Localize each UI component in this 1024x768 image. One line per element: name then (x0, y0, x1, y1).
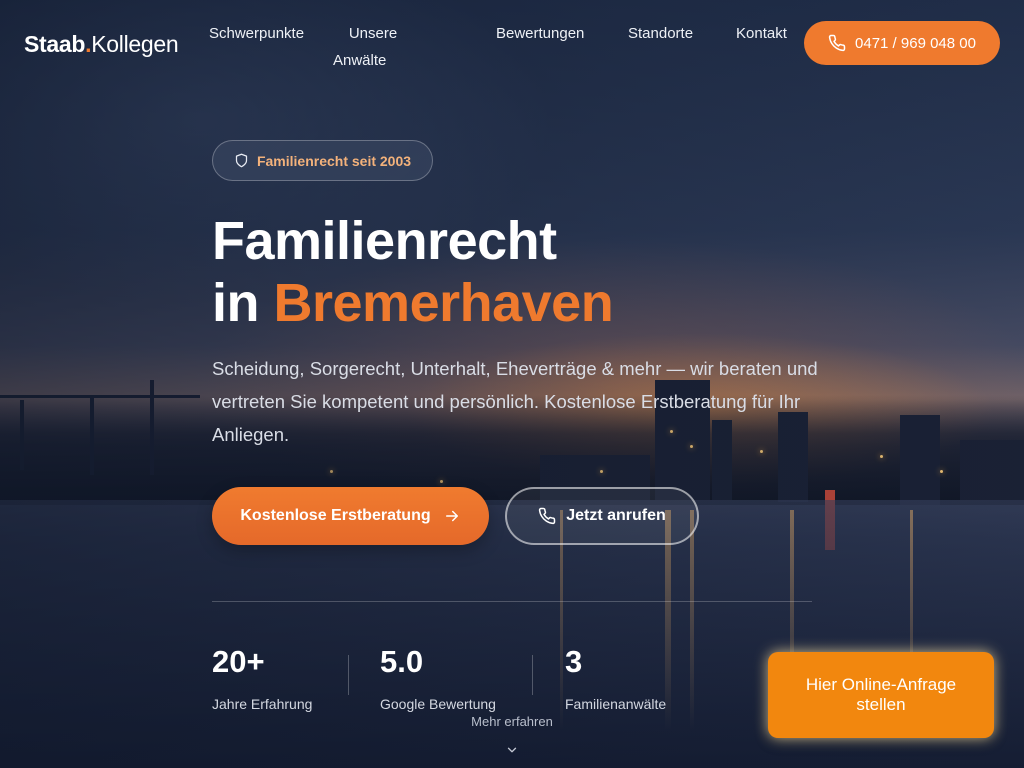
hero-title-accent: Bremerhaven (273, 273, 614, 333)
hero-badge-label: Familienrecht seit 2003 (256, 152, 412, 169)
nav-unsere-anwaelte[interactable]: Unsere Anwälte (333, 20, 413, 74)
stat-lawyers: 3 Familienanwälte (565, 644, 666, 712)
stat-value: 3 (565, 644, 583, 679)
stat-google-rating: 5.0 Google Bewertung (380, 644, 496, 712)
free-consultation-label: Kostenlose Erstberatung (240, 507, 431, 524)
call-now-label: Jetzt anrufen (566, 507, 666, 524)
stat-separator (348, 655, 349, 695)
free-consultation-button[interactable]: Kostenlose Erstberatung (212, 487, 489, 545)
phone-icon (828, 34, 846, 52)
logo[interactable]: Staab.Kollegen (24, 31, 179, 58)
nav-schwerpunkte[interactable]: Schwerpunkte (209, 20, 304, 47)
online-request-label: Hier Online-Anfrage stellen (805, 675, 957, 714)
call-now-button[interactable]: Jetzt anrufen (505, 487, 699, 545)
chevron-down-icon[interactable] (505, 743, 519, 757)
stat-experience: 20+ Jahre Erfahrung (212, 644, 312, 712)
stat-value: 20+ (212, 644, 265, 679)
arrow-right-icon (445, 510, 458, 522)
divider (212, 601, 812, 602)
stat-separator (532, 655, 533, 695)
stat-label: Google Bewertung (380, 696, 496, 712)
hero-lead: Scheidung, Sorgerecht, Unterhalt, Ehever… (212, 358, 818, 445)
shield-icon (235, 153, 248, 168)
nav-bewertungen[interactable]: Bewertungen (496, 20, 584, 47)
stat-label: Familienanwälte (565, 696, 667, 712)
header-phone-button[interactable]: 0471 / 969 048 00 (804, 21, 1000, 65)
nav-standorte[interactable]: Standorte (628, 20, 693, 47)
online-request-button[interactable]: Hier Online-Anfrage stellen (768, 652, 994, 738)
nav-kontakt[interactable]: Kontakt (736, 20, 787, 47)
hero-title: Familienrecht in Bremerhaven (212, 211, 614, 333)
phone-icon (539, 507, 556, 525)
hero-badge: Familienrecht seit 2003 (212, 140, 433, 181)
stat-label: Jahre Erfahrung (212, 696, 313, 712)
scroll-hint-label[interactable]: Mehr erfahren (452, 714, 572, 729)
header-phone-label: 0471 / 969 048 00 (855, 34, 976, 52)
stat-value: 5.0 (380, 644, 424, 679)
